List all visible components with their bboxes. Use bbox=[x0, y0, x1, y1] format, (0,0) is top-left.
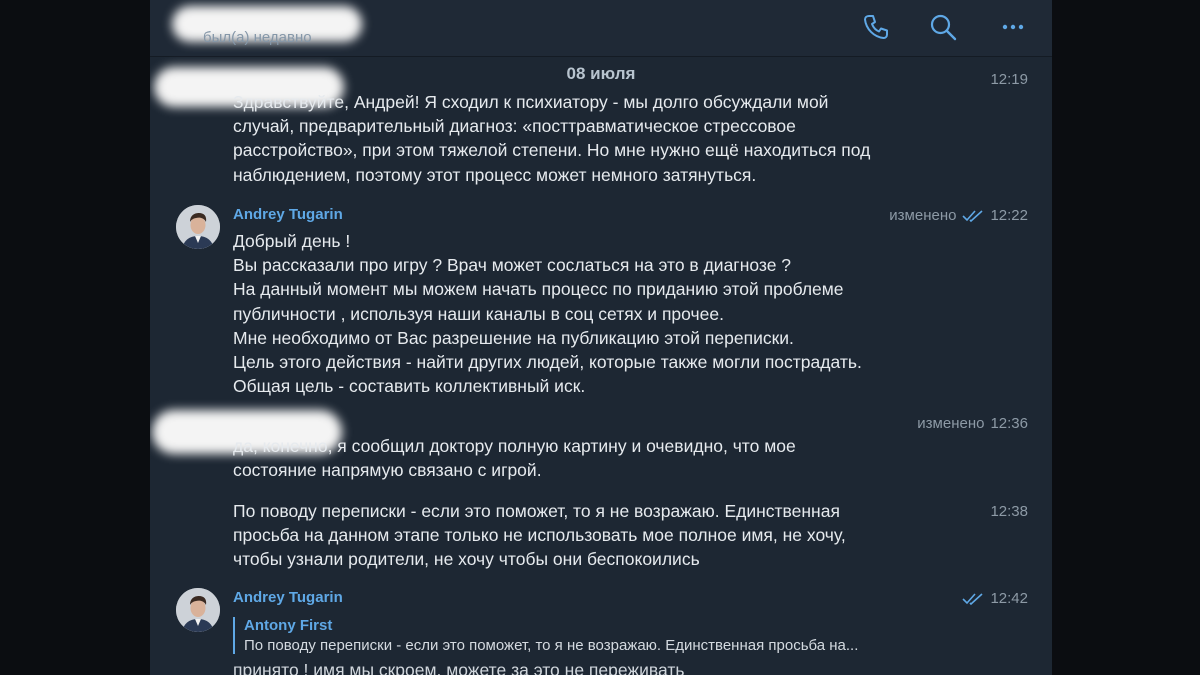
reply-author: Antony First bbox=[244, 617, 333, 634]
message-time: 12:36 bbox=[990, 415, 1028, 432]
message-time: 12:42 bbox=[990, 590, 1028, 607]
message[interactable]: да, конечно, я сообщил доктору полную ка… bbox=[233, 434, 993, 482]
message-meta: 12:19 bbox=[990, 71, 1028, 88]
avatar[interactable] bbox=[176, 588, 220, 632]
chat-header: был(а) недавно bbox=[150, 0, 1052, 57]
message-time: 12:38 bbox=[990, 503, 1028, 520]
message-time: 12:22 bbox=[990, 207, 1028, 224]
message[interactable]: Andrey Tugarin bbox=[233, 589, 993, 609]
message[interactable]: По поводу переписки - если это поможет, … bbox=[233, 499, 993, 572]
search-icon[interactable] bbox=[928, 12, 958, 42]
reply-quote[interactable]: Antony First По поводу переписки - если … bbox=[233, 617, 1004, 654]
phone-icon[interactable] bbox=[861, 12, 891, 42]
more-icon[interactable] bbox=[998, 12, 1028, 42]
message-text: Здравствуйте, Андрей! Я сходил к психиат… bbox=[233, 92, 871, 185]
reply-snippet: По поводу переписки - если это поможет, … bbox=[244, 637, 859, 654]
sender-name[interactable]: Andrey Tugarin bbox=[233, 206, 993, 226]
message[interactable]: Здравствуйте, Андрей! Я сходил к психиат… bbox=[233, 90, 993, 187]
message-text: Добрый день ! Вы рассказали про игру ? В… bbox=[233, 231, 862, 397]
message[interactable]: Andrey Tugarin Добрый день ! Вы рассказа… bbox=[233, 206, 993, 398]
message-text: По поводу переписки - если это поможет, … bbox=[233, 501, 846, 570]
message-time: 12:19 bbox=[990, 71, 1028, 88]
chat-window: был(а) недавно 08 июля 12:19 Здравствуйт… bbox=[150, 0, 1052, 675]
contact-status: был(а) недавно bbox=[203, 29, 312, 46]
message-text: принято ! имя мы скроем, можете за это н… bbox=[233, 660, 685, 675]
edited-label: изменено bbox=[917, 415, 985, 432]
sender-name[interactable]: Andrey Tugarin bbox=[233, 589, 993, 609]
message-meta: изменено 12:36 bbox=[917, 415, 1028, 432]
message-meta: 12:38 bbox=[990, 503, 1028, 520]
message-text: да, конечно, я сообщил доктору полную ка… bbox=[233, 436, 796, 481]
avatar[interactable] bbox=[176, 205, 220, 249]
